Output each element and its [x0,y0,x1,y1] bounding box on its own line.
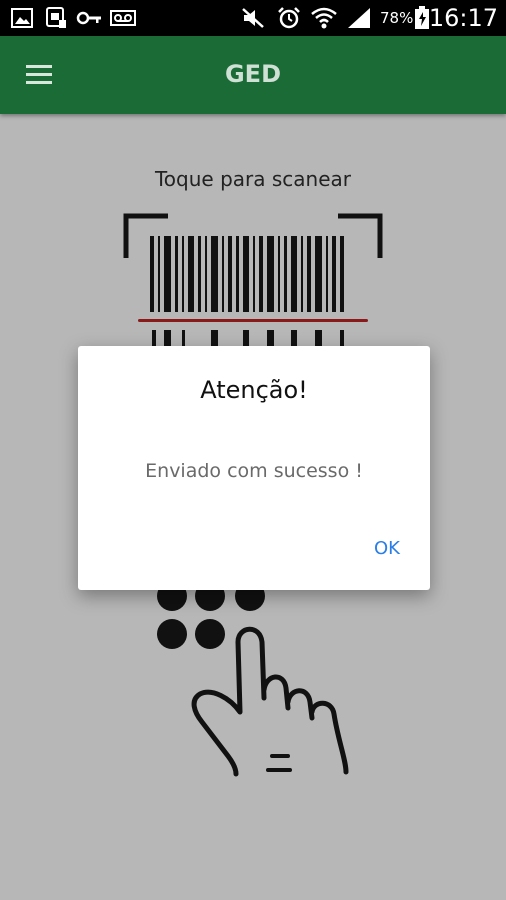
battery-percentage: 78% [380,9,414,27]
dialog-message: Enviado com sucesso ! [145,460,363,482]
mute-icon [242,8,264,28]
scan-hint-label: Toque para scanear [154,167,351,191]
signal-icon [348,8,370,28]
barcode-scan-icon[interactable] [122,212,384,362]
app-title: GED [224,60,281,88]
alert-dialog: Atenção! Enviado com sucesso ! OK [78,346,430,590]
alarm-icon [278,7,300,29]
status-time: 16:17 [428,4,498,32]
status-bar: 78% 16:17 [0,0,506,36]
sim-icon [46,7,66,28]
battery-icon [415,6,429,29]
dialog-title: Atenção! [200,376,308,404]
image-icon [11,8,33,28]
wifi-icon [311,7,337,29]
key-icon [76,11,101,25]
voicemail-icon [110,10,136,26]
app-bar: GED [0,36,506,114]
ok-button[interactable]: OK [374,538,400,559]
hand-tap-icon [157,581,349,777]
